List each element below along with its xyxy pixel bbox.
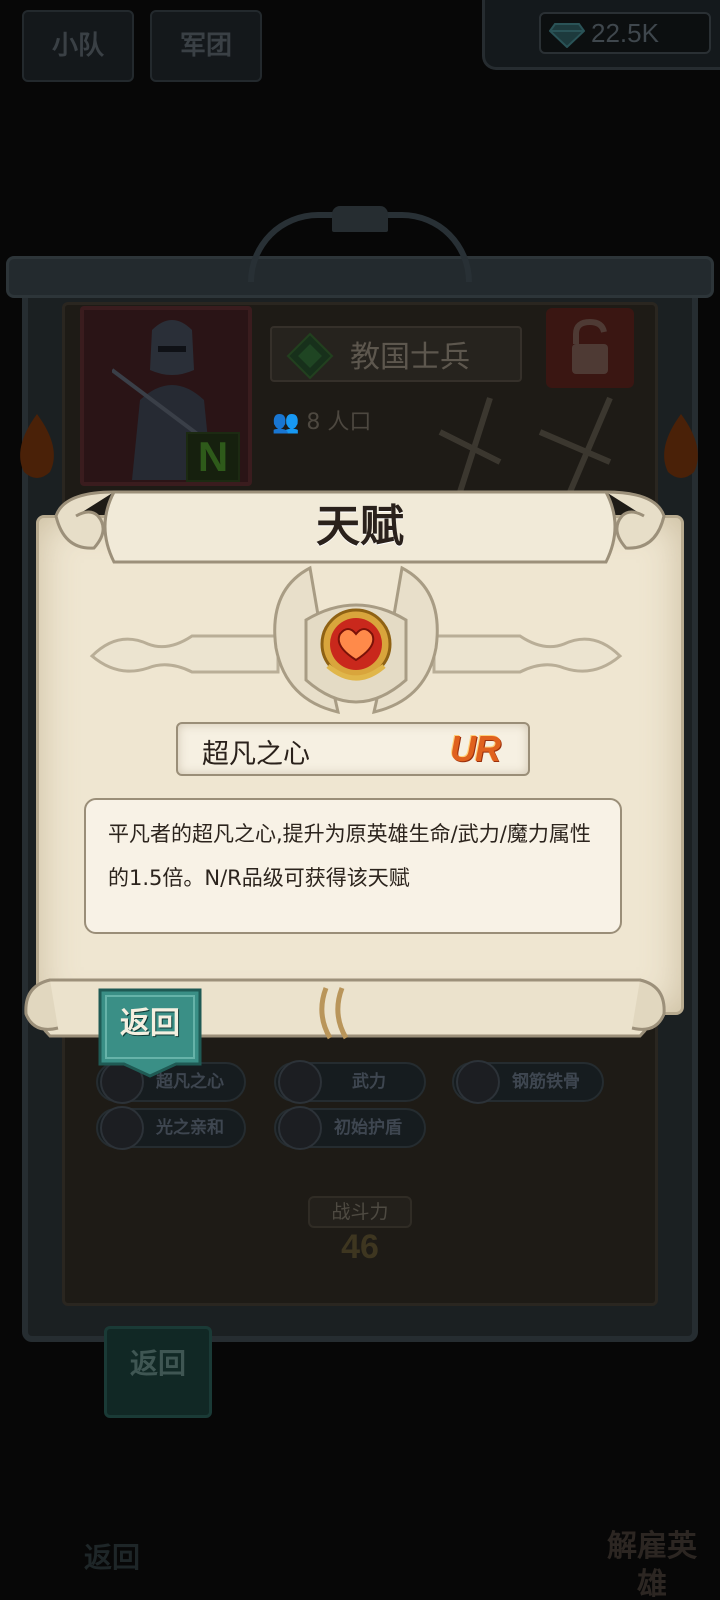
talent-name-box: 超凡之心 UR	[176, 722, 530, 776]
gem-counter: 22.5K	[482, 0, 720, 70]
tab-squad[interactable]: 小队	[22, 10, 134, 82]
population-text: 8 人口	[306, 410, 372, 435]
armor-icon	[456, 1060, 500, 1104]
talent-chip-light-affinity[interactable]: 光之亲和	[96, 1106, 246, 1150]
light-icon	[100, 1106, 144, 1150]
gem-value: 22.5K	[591, 18, 659, 48]
unit-name-box: 教国士兵	[270, 326, 522, 382]
talent-description-box: 平凡者的超凡之心,提升为原英雄生命/武力/魔力属性的1.5倍。N/R品级可获得该…	[84, 798, 622, 934]
talent-chip-label: 武力	[352, 1072, 386, 1092]
panel-back-button[interactable]: 返回	[104, 1326, 212, 1418]
torch-icon	[664, 414, 698, 478]
modal-title: 天赋	[316, 501, 404, 552]
talent-chip-label: 钢筋铁骨	[512, 1072, 580, 1092]
talent-name: 超凡之心	[202, 739, 310, 770]
lock-icon	[572, 318, 608, 374]
bottom-back-button[interactable]: 返回	[84, 1536, 140, 1576]
rarity-badge: N	[186, 432, 240, 482]
gem-icon	[549, 23, 585, 48]
talent-description: 平凡者的超凡之心,提升为原英雄生命/武力/魔力属性的1.5倍。N/R品级可获得该…	[108, 822, 591, 890]
fist-icon	[278, 1060, 322, 1104]
talent-chip-label: 光之亲和	[156, 1118, 224, 1138]
talent-emblem	[89, 565, 623, 714]
frame-knob	[332, 206, 388, 232]
talent-chip-initial-shield[interactable]: 初始护盾	[274, 1106, 426, 1150]
talent-grade-badge: UR	[450, 728, 501, 769]
torch-icon	[20, 414, 54, 478]
unit-name: 教国士兵	[350, 340, 470, 375]
power-label: 战斗力	[308, 1196, 412, 1228]
lock-button[interactable]	[546, 308, 634, 388]
unit-type-icon	[286, 332, 334, 380]
talent-chip-iron-bones[interactable]: 钢筋铁骨	[452, 1060, 604, 1104]
population-icon: 👥	[272, 410, 300, 435]
shield-icon	[278, 1106, 322, 1150]
tab-legion[interactable]: 军团	[150, 10, 262, 82]
power-value: 46	[341, 1228, 379, 1266]
modal-back-button[interactable]: 返回	[96, 998, 204, 1042]
dismiss-hero-button[interactable]: 解雇英雄	[604, 1528, 700, 1600]
talent-chip-force[interactable]: 武力	[274, 1060, 426, 1104]
talent-chip-label: 初始护盾	[334, 1118, 402, 1138]
gem-box: 22.5K	[539, 12, 711, 54]
population: 👥 8 人口	[272, 404, 371, 436]
